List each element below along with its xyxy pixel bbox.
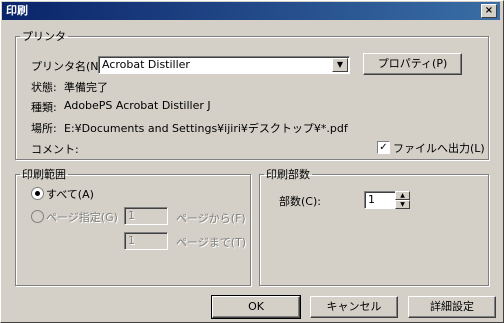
type-label: 種類: <box>31 101 57 114</box>
range-all-radio[interactable] <box>31 187 44 200</box>
printer-select[interactable]: Acrobat Distiller ▼ <box>98 56 350 74</box>
window-title: 印刷 <box>6 4 28 17</box>
close-icon[interactable]: × <box>481 4 497 18</box>
range-all-label[interactable]: すべて(A) <box>46 186 94 202</box>
printer-group-label: プリンタ <box>22 30 66 43</box>
copies-value: 1 <box>368 193 375 206</box>
range-pages-label[interactable]: ページ指定(G) <box>46 209 118 225</box>
status-label: 状態: <box>31 81 57 94</box>
chevron-down-icon[interactable]: ▼ <box>332 58 348 72</box>
location-value: E:¥Documents and Settings¥ijiri¥デスクトップ¥*… <box>64 122 348 135</box>
comment-label: コメント: <box>31 143 79 156</box>
status-value: 準備完了 <box>64 81 108 94</box>
range-pages-radio[interactable] <box>31 210 44 223</box>
ok-button[interactable]: OK <box>211 295 301 319</box>
type-value: AdobePS Acrobat Distiller J <box>64 99 211 112</box>
range-from-label: ページから(F) <box>176 212 246 225</box>
range-to-input[interactable]: 1 <box>124 232 168 250</box>
range-from-value: 1 <box>128 209 135 222</box>
advanced-button[interactable]: 詳細設定 <box>408 296 496 318</box>
cancel-button[interactable]: キャンセル <box>310 296 398 318</box>
location-label: 場所: <box>31 122 57 135</box>
spin-up-icon[interactable]: ▲ <box>395 191 410 200</box>
print-range-group: 印刷範囲 <box>15 166 251 286</box>
print-to-file-checkbox[interactable]: ✓ <box>377 141 390 154</box>
copies-spinner[interactable]: ▲ ▼ <box>395 191 410 209</box>
properties-button[interactable]: プロパティ(P) <box>363 53 462 75</box>
copies-group-label: 印刷部数 <box>266 168 310 181</box>
spin-down-icon[interactable]: ▼ <box>395 200 410 209</box>
range-to-label: ページまで(T) <box>176 236 247 249</box>
printer-name-label: プリンタ名(N): <box>31 60 107 73</box>
print-to-file-label[interactable]: ファイルへ出力(L) <box>393 140 485 156</box>
range-to-value: 1 <box>128 234 135 247</box>
printer-select-value: Acrobat Distiller <box>102 58 190 71</box>
range-from-input[interactable]: 1 <box>124 207 168 225</box>
print-dialog: 印刷 × プリンタ プリンタ名(N): Acrobat Distiller ▼ … <box>0 0 504 323</box>
title-bar: 印刷 × <box>2 2 500 20</box>
copies-input[interactable]: 1 ▲ ▼ <box>364 191 410 209</box>
copies-group: 印刷部数 <box>259 166 489 286</box>
copies-count-label: 部数(C): <box>279 195 321 208</box>
print-range-label: 印刷範囲 <box>22 168 66 181</box>
